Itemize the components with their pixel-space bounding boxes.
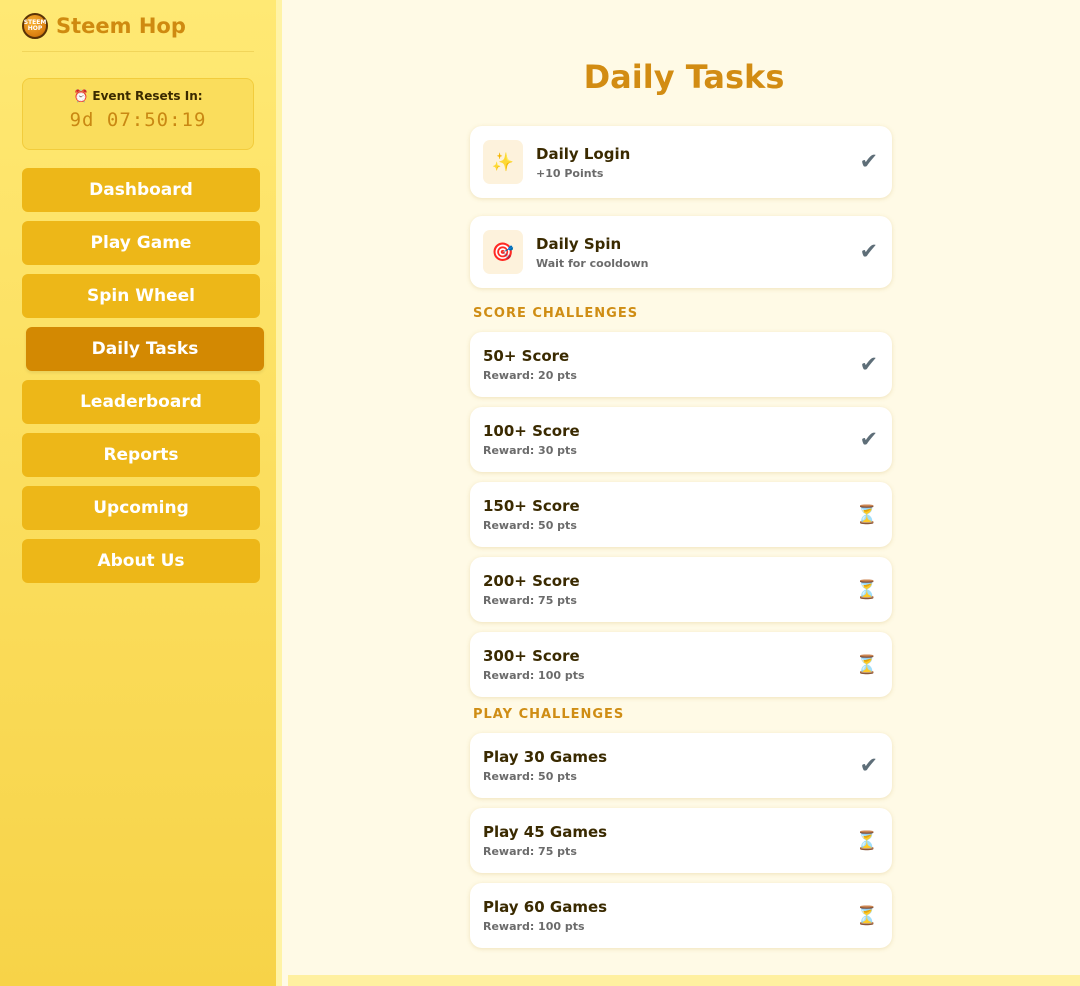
challenge-title: 300+ Score <box>483 647 580 665</box>
task-card-daily-spin[interactable]: 🎯 Daily Spin Wait for cooldown ✔ <box>470 216 892 288</box>
hourglass-icon: ⏳ <box>855 654 878 675</box>
nav-item-upcoming[interactable]: Upcoming <box>22 486 260 530</box>
hourglass-icon: ⏳ <box>855 905 878 926</box>
task-title: Daily Spin <box>536 234 622 253</box>
hourglass-icon: ⏳ <box>855 830 878 851</box>
challenge-title: 200+ Score <box>483 572 580 590</box>
challenge-title: Play 30 Games <box>483 748 608 766</box>
challenge-card[interactable]: Play 30 Games Reward: 50 pts ✔ <box>470 733 892 798</box>
nav-item-spin-wheel[interactable]: Spin Wheel <box>22 274 260 318</box>
nav-menu: Dashboard Play Game Spin Wheel Daily Tas… <box>22 168 264 583</box>
challenge-reward: Reward: 30 pts <box>483 444 577 457</box>
target-icon: 🎯 <box>483 230 523 274</box>
alarm-clock-icon: ⏰ <box>73 89 89 103</box>
challenge-card[interactable]: 150+ Score Reward: 50 pts ⏳ <box>470 482 892 547</box>
task-subtitle: +10 Points <box>536 166 604 180</box>
challenge-card[interactable]: 50+ Score Reward: 20 pts ✔ <box>470 332 892 397</box>
challenge-card[interactable]: 300+ Score Reward: 100 pts ⏳ <box>470 632 892 697</box>
task-card-daily-login[interactable]: ✨ Daily Login +10 Points ✔ <box>470 126 892 198</box>
task-subtitle: Wait for cooldown <box>536 256 649 270</box>
checkmark-icon: ✔ <box>859 427 878 452</box>
challenge-card[interactable]: Play 60 Games Reward: 100 pts ⏳ <box>470 883 892 948</box>
app-title: Steem Hop <box>56 13 186 38</box>
event-timer: ⏰ Event Resets In: 9d 07:50:19 <box>22 78 254 150</box>
bottom-bar <box>288 975 1080 986</box>
task-list: ✨ Daily Login +10 Points ✔ 🎯 Daily Spin … <box>470 126 892 958</box>
challenge-card[interactable]: 200+ Score Reward: 75 pts ⏳ <box>470 557 892 622</box>
challenge-card[interactable]: 100+ Score Reward: 30 pts ✔ <box>470 407 892 472</box>
challenge-reward: Reward: 75 pts <box>483 845 577 858</box>
brand-header[interactable]: STEEM HOP Steem Hop <box>22 0 254 52</box>
timer-label: Event Resets In: <box>92 89 203 103</box>
main-content: Daily Tasks ✨ Daily Login +10 Points ✔ 🎯… <box>288 0 1080 986</box>
challenge-reward: Reward: 75 pts <box>483 594 577 607</box>
challenge-reward: Reward: 20 pts <box>483 369 577 382</box>
hourglass-icon: ⏳ <box>855 504 878 525</box>
challenge-title: 100+ Score <box>483 422 580 440</box>
checkmark-icon: ✔ <box>859 149 878 175</box>
challenge-card[interactable]: Play 45 Games Reward: 75 pts ⏳ <box>470 808 892 873</box>
nav-item-reports[interactable]: Reports <box>22 433 260 477</box>
coin-logo-icon: STEEM HOP <box>22 12 48 39</box>
challenge-reward: Reward: 50 pts <box>483 519 577 532</box>
sparkles-icon: ✨ <box>483 140 523 184</box>
nav-item-play-game[interactable]: Play Game <box>22 221 260 265</box>
hourglass-icon: ⏳ <box>855 579 878 600</box>
challenge-title: Play 45 Games <box>483 823 608 841</box>
challenge-title: Play 60 Games <box>483 898 608 916</box>
challenge-reward: Reward: 100 pts <box>483 669 585 682</box>
challenge-title: 50+ Score <box>483 347 570 365</box>
challenge-reward: Reward: 50 pts <box>483 770 577 783</box>
checkmark-icon: ✔ <box>859 239 878 265</box>
nav-item-leaderboard[interactable]: Leaderboard <box>22 380 260 424</box>
sidebar: STEEM HOP Steem Hop ⏰ Event Resets In: 9… <box>0 0 282 986</box>
nav-item-daily-tasks[interactable]: Daily Tasks <box>26 327 264 371</box>
page-title: Daily Tasks <box>583 58 785 96</box>
challenge-reward: Reward: 100 pts <box>483 920 585 933</box>
checkmark-icon: ✔ <box>859 753 878 778</box>
logo-text: STEEM HOP <box>23 18 47 32</box>
section-play-challenges: PLAY CHALLENGES <box>473 707 625 722</box>
nav-item-about-us[interactable]: About Us <box>22 539 260 583</box>
challenge-title: 150+ Score <box>483 497 580 515</box>
timer-value: 9d 07:50:19 <box>69 109 207 131</box>
nav-item-dashboard[interactable]: Dashboard <box>22 168 260 212</box>
checkmark-icon: ✔ <box>859 352 878 377</box>
task-title: Daily Login <box>536 144 631 163</box>
section-score-challenges: SCORE CHALLENGES <box>473 306 639 321</box>
